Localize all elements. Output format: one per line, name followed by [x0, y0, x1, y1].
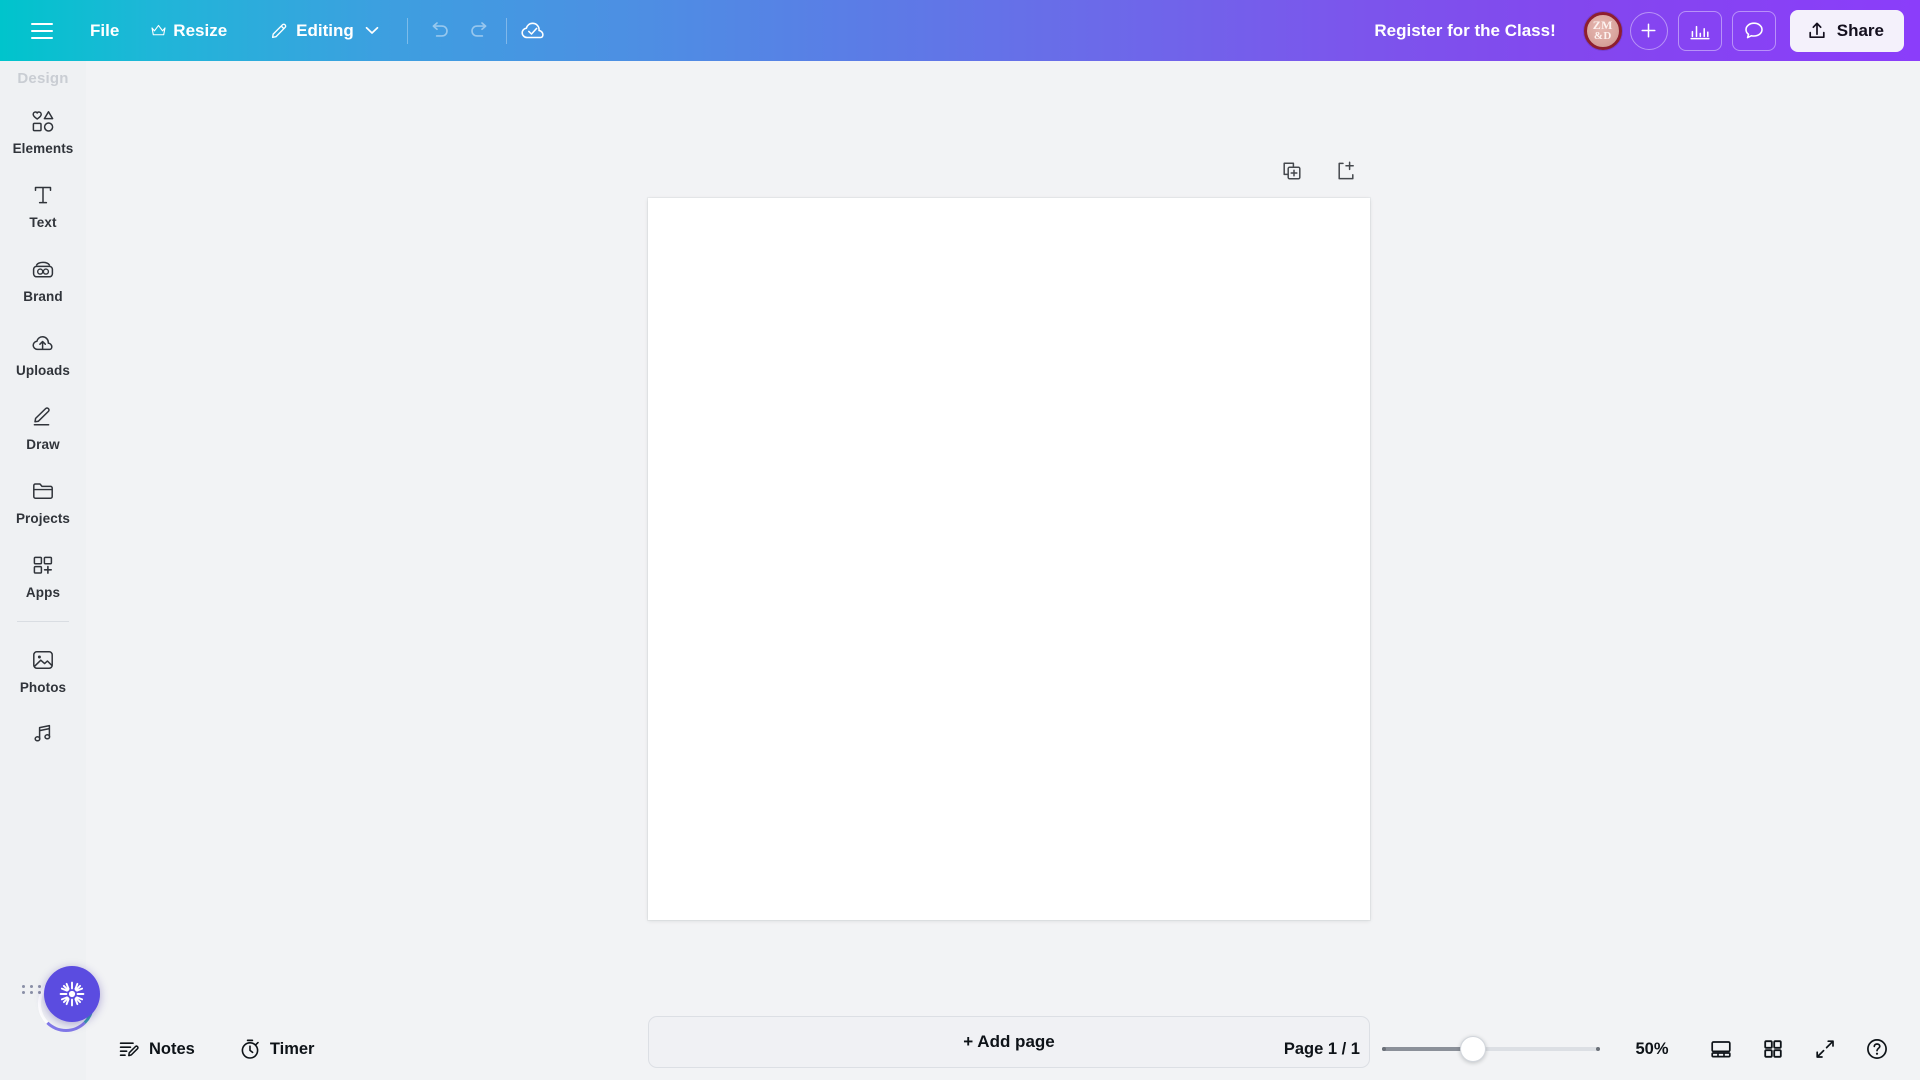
design-canvas-page[interactable] [648, 198, 1370, 920]
fullscreen-button[interactable] [1804, 1029, 1846, 1069]
pen-draw-icon [33, 407, 50, 426]
sidebar-item-apps[interactable]: Apps [4, 541, 82, 607]
sidebar-item-label: Uploads [16, 363, 70, 378]
cloud-check-icon [521, 22, 544, 38]
page-indicator: Page 1 / 1 [1283, 1039, 1360, 1058]
sidebar-item-projects[interactable]: Projects [4, 467, 82, 533]
sidebar-item-photos[interactable]: Photos [4, 636, 82, 702]
zoom-slider-min-dot [1382, 1047, 1386, 1051]
sidebar-item-label: Photos [19, 680, 67, 695]
sidebar-item-text[interactable]: Text [4, 171, 82, 237]
canvas-workspace: + Add page [86, 61, 1920, 1080]
file-menu-button[interactable]: File [78, 11, 131, 51]
comments-button[interactable] [1731, 10, 1776, 51]
avatar-line-2: &D [1593, 29, 1612, 42]
top-toolbar: File Resize Editing Register for the Cla… [0, 0, 1920, 61]
sidebar-item-label: Text [29, 215, 57, 230]
image-icon [33, 651, 53, 669]
undo-icon [432, 21, 449, 37]
sidebar-item-label: Apps [25, 585, 61, 600]
toolbar-right-group: Register for the Class! ZM &D Share [1360, 0, 1920, 61]
stopwatch-icon [241, 1039, 259, 1059]
notes-icon [119, 1042, 139, 1057]
redo-button[interactable] [460, 11, 500, 51]
sidebar-item-label: Draw [26, 437, 60, 452]
zoom-slider[interactable] [1382, 1036, 1600, 1062]
chevron-down-icon [365, 26, 379, 34]
text-t-icon [34, 186, 52, 204]
zoom-slider-max-dot [1596, 1047, 1600, 1051]
share-label: Share [1836, 20, 1884, 40]
hamburger-icon[interactable] [20, 9, 64, 53]
zoom-level-value[interactable]: 50% [1626, 1040, 1678, 1059]
comment-bubble-icon [1744, 22, 1763, 39]
magic-sparkle-icon [59, 981, 85, 1007]
editing-mode-button[interactable]: Editing [257, 11, 391, 51]
present-view-button[interactable] [1700, 1029, 1742, 1069]
resize-label: Resize [173, 20, 228, 40]
timer-button[interactable]: Timer [231, 1032, 323, 1066]
redo-icon [471, 21, 487, 37]
document-title[interactable]: Register for the Class! [1360, 13, 1569, 49]
sidebar-item-label: Brand [23, 289, 63, 304]
shapes-icon [32, 111, 54, 132]
add-collaborator-button[interactable] [1629, 11, 1668, 50]
sidebar-item-audio[interactable] [4, 710, 82, 761]
sidebar-item-label: Projects [15, 511, 71, 526]
saved-status-button[interactable] [513, 11, 553, 51]
share-button[interactable]: Share [1789, 9, 1904, 52]
pencil-icon [272, 23, 287, 38]
insights-button[interactable] [1677, 10, 1722, 51]
add-page-icon [1338, 161, 1354, 180]
bottom-toolbar: Notes Timer Page 1 / 1 50% [86, 1018, 1920, 1080]
magic-studio-widget [22, 958, 142, 1038]
sidebar-item-elements[interactable]: Elements [4, 97, 82, 163]
user-avatar[interactable]: ZM &D [1583, 11, 1622, 50]
undo-button[interactable] [420, 11, 460, 51]
page-tools-group [1275, 154, 1363, 188]
upload-icon [1809, 22, 1825, 38]
add-page-button-top[interactable] [1329, 154, 1363, 188]
timer-label: Timer [269, 1039, 315, 1058]
drag-handle-dots-icon[interactable] [22, 985, 43, 995]
notes-label: Notes [149, 1039, 195, 1058]
duplicate-page-icon [1283, 162, 1301, 180]
present-view-icon [1711, 1041, 1731, 1058]
music-note-icon [34, 724, 51, 742]
left-sidebar: Design Elements Text Brand Uploads Draw … [0, 61, 86, 1080]
apps-grid-plus-icon [33, 556, 53, 574]
help-button[interactable] [1856, 1029, 1898, 1069]
crown-icon [151, 24, 166, 36]
sidebar-header-design: Design [17, 70, 69, 87]
plus-icon [1641, 23, 1656, 38]
magic-studio-button[interactable] [44, 966, 100, 1022]
fullscreen-icon [1816, 1040, 1834, 1058]
sidebar-item-brand[interactable]: Brand [4, 245, 82, 311]
duplicate-page-button[interactable] [1275, 154, 1309, 188]
file-menu-label: File [90, 20, 120, 40]
grid-view-button[interactable] [1752, 1029, 1794, 1069]
sidebar-item-uploads[interactable]: Uploads [4, 319, 82, 385]
toolbar-divider [406, 17, 408, 44]
bar-chart-icon [1690, 25, 1710, 39]
bottom-right-group: Page 1 / 1 50% [1284, 1029, 1920, 1069]
brand-icon [32, 261, 54, 278]
sidebar-item-label: Elements [12, 141, 74, 156]
toolbar-left-group: File Resize Editing [0, 0, 553, 61]
sidebar-item-draw[interactable]: Draw [4, 393, 82, 459]
grid-view-icon [1764, 1040, 1782, 1058]
resize-button[interactable]: Resize [139, 11, 239, 51]
sidebar-divider [17, 621, 69, 622]
folder-icon [33, 483, 53, 499]
editing-label: Editing [296, 20, 354, 40]
toolbar-divider-2 [505, 17, 507, 44]
help-circle-icon [1867, 1039, 1887, 1059]
cloud-upload-icon [32, 336, 53, 351]
zoom-slider-thumb[interactable] [1460, 1036, 1486, 1062]
